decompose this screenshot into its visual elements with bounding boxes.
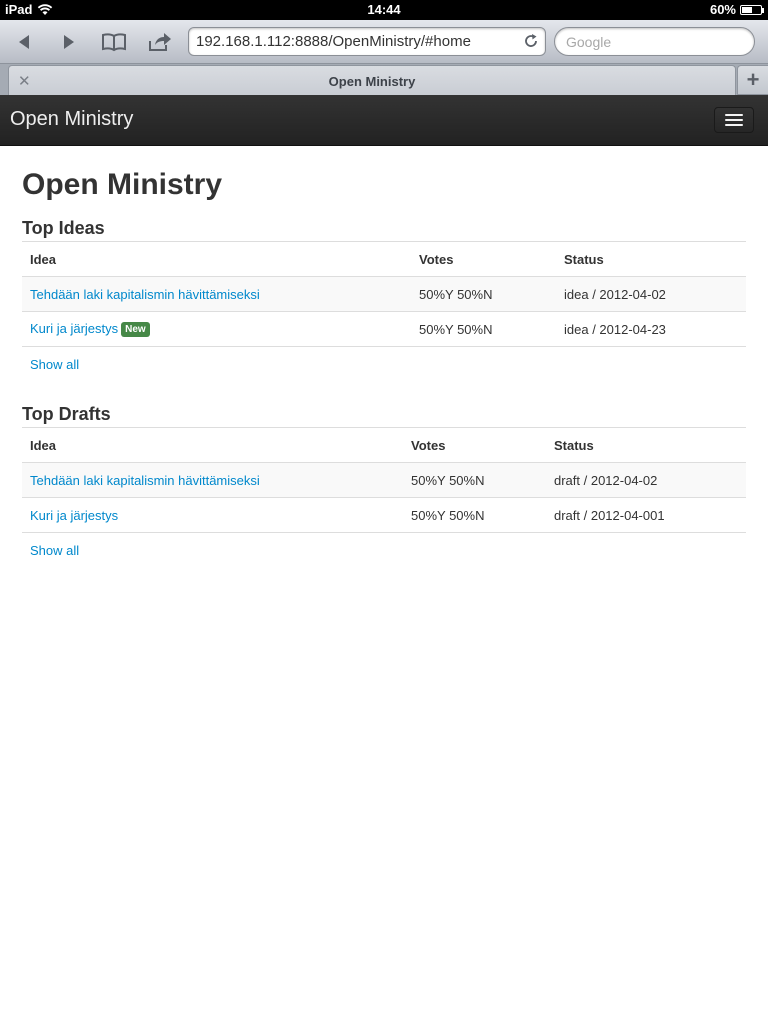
- table-row: Kuri ja järjestys 50%Y 50%N draft / 2012…: [22, 497, 746, 533]
- table-row: Kuri ja järjestys New 50%Y 50%N idea / 20…: [22, 311, 746, 347]
- votes-cell: 50%Y 50%N: [411, 276, 556, 312]
- status-cell: draft / 2012-04-001: [546, 497, 746, 533]
- tab-open-ministry[interactable]: ✕ Open Ministry: [8, 65, 736, 95]
- hamburger-icon-bar: [725, 119, 743, 121]
- search-bar[interactable]: [554, 27, 755, 56]
- menu-toggle-button[interactable]: [714, 107, 754, 133]
- main-content: Open Ministry Top Ideas Idea Votes Statu…: [22, 146, 746, 568]
- new-tab-button[interactable]: +: [737, 65, 768, 95]
- address-bar[interactable]: [188, 27, 546, 56]
- battery-icon: [740, 4, 764, 15]
- status-time: 14:44: [367, 2, 401, 17]
- reload-icon[interactable]: [523, 33, 539, 49]
- column-header-status: Status: [546, 427, 746, 463]
- idea-cell: Tehdään laki kapitalismin hävittämiseksi: [22, 462, 403, 498]
- idea-cell: Kuri ja järjestys New: [22, 311, 411, 347]
- back-arrow-icon: [19, 35, 29, 49]
- bookmarks-button[interactable]: [98, 28, 130, 56]
- status-bar: iPad 14:44 60%: [0, 0, 768, 20]
- votes-cell: 50%Y 50%N: [403, 497, 546, 533]
- book-icon: [102, 33, 126, 52]
- show-all-ideas-link[interactable]: Show all: [22, 347, 746, 382]
- table-row: Tehdään laki kapitalismin hävittämiseksi…: [22, 276, 746, 312]
- forward-arrow-icon: [64, 35, 74, 49]
- site-navbar: Open Ministry: [0, 95, 768, 146]
- battery-percent: 60%: [709, 2, 736, 17]
- page-title: Open Ministry: [22, 168, 223, 201]
- brand-link[interactable]: Open Ministry: [10, 108, 133, 131]
- column-header-idea: Idea: [22, 427, 403, 463]
- votes-cell: 50%Y 50%N: [403, 462, 546, 498]
- top-ideas-heading: Top Ideas: [22, 218, 105, 238]
- table-header-row: Idea Votes Status: [22, 241, 746, 277]
- column-header-votes: Votes: [403, 427, 546, 463]
- back-button[interactable]: [8, 28, 40, 56]
- column-header-idea: Idea: [22, 241, 411, 277]
- status-cell: idea / 2012-04-23: [556, 311, 746, 347]
- tab-bar: ✕ Open Ministry +: [0, 64, 768, 95]
- url-input[interactable]: [196, 33, 516, 50]
- new-badge: New: [121, 322, 150, 337]
- column-header-status: Status: [556, 241, 746, 277]
- share-icon: [149, 33, 171, 51]
- votes-cell: 50%Y 50%N: [411, 311, 556, 347]
- column-header-votes: Votes: [411, 241, 556, 277]
- plus-icon: +: [746, 67, 760, 92]
- idea-link[interactable]: Tehdään laki kapitalismin hävittämiseksi: [30, 473, 260, 488]
- top-drafts-heading: Top Drafts: [22, 404, 111, 424]
- top-drafts-table: Idea Votes Status Tehdään laki kapitalis…: [22, 427, 746, 533]
- table-row: Tehdään laki kapitalismin hävittämiseksi…: [22, 462, 746, 498]
- status-cell: idea / 2012-04-02: [556, 276, 746, 312]
- show-all-drafts-link[interactable]: Show all: [22, 533, 746, 568]
- share-button[interactable]: [144, 28, 176, 56]
- table-header-row: Idea Votes Status: [22, 427, 746, 463]
- hamburger-icon-bar: [725, 124, 743, 126]
- status-cell: draft / 2012-04-02: [546, 462, 746, 498]
- browser-toolbar: [0, 20, 768, 64]
- tab-title: Open Ministry: [328, 74, 416, 89]
- idea-cell: Kuri ja järjestys: [22, 497, 403, 533]
- idea-cell: Tehdään laki kapitalismin hävittämiseksi: [22, 276, 411, 312]
- battery-fill: [742, 6, 752, 13]
- idea-link[interactable]: Kuri ja järjestys: [30, 508, 118, 523]
- status-right: 60%: [709, 2, 764, 17]
- search-input[interactable]: [566, 34, 746, 50]
- idea-link[interactable]: Kuri ja järjestys: [30, 321, 118, 336]
- hamburger-icon-bar: [725, 114, 743, 116]
- top-ideas-table: Idea Votes Status Tehdään laki kapitalis…: [22, 241, 746, 347]
- idea-link[interactable]: Tehdään laki kapitalismin hävittämiseksi: [30, 287, 260, 302]
- forward-button[interactable]: [53, 28, 85, 56]
